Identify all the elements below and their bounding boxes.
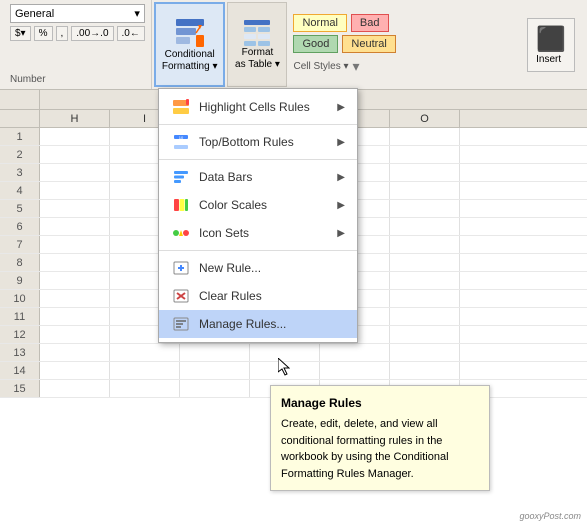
percent-button[interactable]: % xyxy=(34,26,53,41)
menu-divider-3 xyxy=(159,250,357,251)
menu-item-icon-sets[interactable]: Icon Sets ▶ xyxy=(159,219,357,247)
format-as-table-button[interactable]: Formatas Table ▾ xyxy=(227,2,287,87)
number-format-dropdown[interactable]: General ▾ xyxy=(10,4,145,23)
insert-icon: ⬛ xyxy=(536,25,566,54)
submenu-arrow-icon: ▶ xyxy=(337,102,345,113)
clear-rules-icon xyxy=(171,287,191,305)
submenu-arrow-5-icon: ▶ xyxy=(337,228,345,239)
tooltip-title: Manage Rules xyxy=(281,394,479,412)
insert-button[interactable]: ⬛ Insert xyxy=(527,18,575,72)
insert-group: ⬛ Insert xyxy=(519,0,583,89)
number-group-label: Number xyxy=(10,72,145,85)
comma-button[interactable]: , xyxy=(56,26,69,41)
decrease-decimal-button[interactable]: .0← xyxy=(117,26,145,41)
manage-rules-tooltip: Manage Rules Create, edit, delete, and v… xyxy=(270,385,490,491)
highlight-cells-icon xyxy=(171,98,191,116)
increase-decimal-button[interactable]: .00→.0 xyxy=(71,26,113,41)
style-normal[interactable]: Normal xyxy=(293,14,346,32)
menu-divider-2 xyxy=(159,159,357,160)
cell-styles-label: Cell Styles ▾ xyxy=(293,61,348,72)
menu-item-top-bottom-rules[interactable]: 10 Top/Bottom Rules ▶ xyxy=(159,128,357,156)
row-num-header xyxy=(0,110,40,127)
data-bars-icon xyxy=(171,168,191,186)
cf-label: ConditionalFormatting ▾ xyxy=(162,49,218,73)
submenu-arrow-3-icon: ▶ xyxy=(337,172,345,183)
name-box[interactable] xyxy=(0,90,40,109)
menu-item-clear-rules[interactable]: Clear Rules xyxy=(159,282,357,310)
icon-sets-icon xyxy=(171,224,191,242)
menu-item-color-scales[interactable]: Color Scales ▶ xyxy=(159,191,357,219)
svg-text:10: 10 xyxy=(179,135,184,140)
number-group: General ▾ $▾ % , .00→.0 .0← Number xyxy=(4,0,152,89)
menu-item-highlight-cells-rules[interactable]: Highlight Cells Rules ▶ xyxy=(159,93,357,121)
ribbon: General ▾ $▾ % , .00→.0 .0← Number xyxy=(0,0,587,90)
currency-button[interactable]: $▾ xyxy=(10,26,31,41)
menu-item-new-rule[interactable]: New Rule... xyxy=(159,254,357,282)
watermark: gooxyPost.com xyxy=(519,511,581,521)
styles-group: ConditionalFormatting ▾ Formatas Table ▾ xyxy=(152,0,519,89)
table-row: 13 xyxy=(0,344,587,362)
submenu-arrow-2-icon: ▶ xyxy=(337,137,345,148)
style-neutral[interactable]: Neutral xyxy=(342,35,395,53)
conditional-formatting-menu: Highlight Cells Rules ▶ 10 Top/Bottom Ru… xyxy=(158,88,358,343)
style-bad[interactable]: Bad xyxy=(351,14,389,32)
menu-item-manage-rules[interactable]: Manage Rules... xyxy=(159,310,357,338)
number-row: $▾ % , .00→.0 .0← xyxy=(10,26,145,41)
conditional-formatting-button[interactable]: ConditionalFormatting ▾ xyxy=(154,2,226,87)
dropdown-arrow-icon: ▾ xyxy=(134,7,140,20)
color-scales-icon xyxy=(171,196,191,214)
col-header-o: O xyxy=(390,110,460,127)
tooltip-body: Create, edit, delete, and view all condi… xyxy=(281,416,479,482)
menu-item-data-bars[interactable]: Data Bars ▶ xyxy=(159,163,357,191)
styles-scroll-icon[interactable]: ▾ xyxy=(353,58,360,75)
submenu-arrow-4-icon: ▶ xyxy=(337,200,345,211)
format-table-label: Formatas Table ▾ xyxy=(235,47,280,71)
format-table-icon xyxy=(243,19,271,47)
table-row: 14 xyxy=(0,362,587,380)
conditional-formatting-icon xyxy=(174,17,206,49)
manage-rules-icon xyxy=(171,315,191,333)
menu-divider-1 xyxy=(159,124,357,125)
style-good[interactable]: Good xyxy=(293,35,338,53)
top-bottom-icon: 10 xyxy=(171,133,191,151)
new-rule-icon xyxy=(171,259,191,277)
col-header-h: H xyxy=(40,110,110,127)
